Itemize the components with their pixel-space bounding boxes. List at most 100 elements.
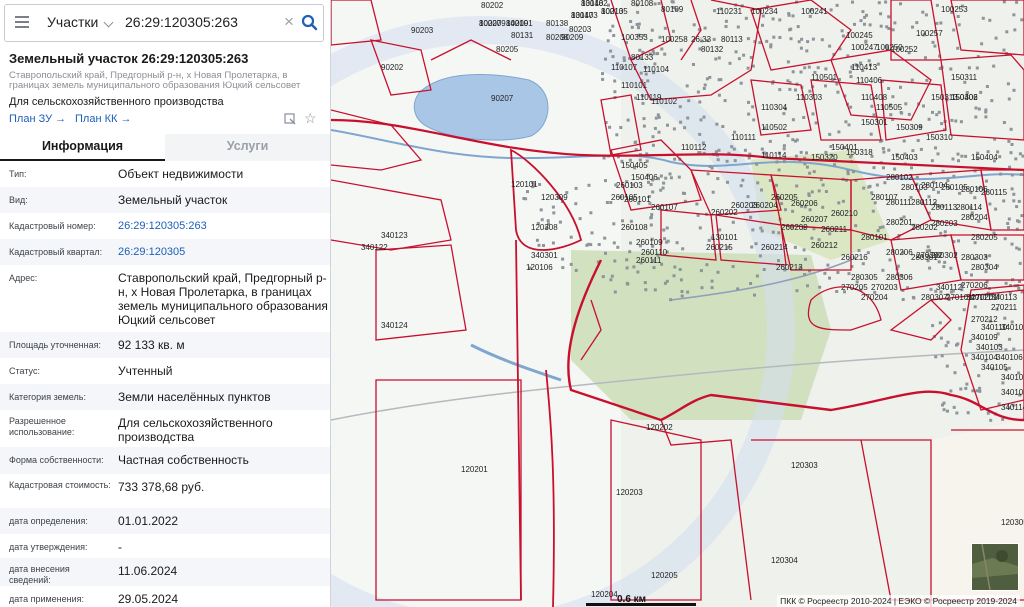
quarter-label: 120202 [646, 423, 673, 432]
plan-kk-link[interactable]: План КК → [75, 113, 131, 125]
building [821, 205, 825, 209]
building [974, 115, 978, 119]
building [891, 95, 895, 99]
building [877, 1, 881, 5]
quarter-label: 110501 [811, 73, 838, 82]
quarter-label: 150402 [951, 93, 978, 102]
quarter-label: 280203 [931, 219, 958, 228]
search-icon [301, 14, 318, 31]
building [780, 202, 784, 206]
building [846, 169, 850, 173]
building [737, 57, 741, 61]
building [795, 138, 799, 142]
tab-services[interactable]: Услуги [165, 134, 330, 161]
building [870, 104, 874, 108]
menu-icon[interactable] [15, 16, 29, 30]
building [669, 176, 673, 180]
quarter-label: 260211 [821, 225, 848, 234]
building [881, 268, 885, 272]
building [805, 151, 808, 155]
chevron-down-icon[interactable] [103, 17, 114, 28]
building [1012, 199, 1016, 203]
building [974, 106, 978, 110]
basemap-switcher[interactable] [971, 543, 1019, 591]
building [775, 183, 778, 187]
building [782, 112, 786, 116]
quarter-label: 110303 [796, 93, 823, 102]
building [940, 354, 944, 358]
building [656, 52, 659, 56]
attribute-value-link[interactable]: 26:29:120305 [118, 245, 328, 259]
attribute-row: Кадастровая стоимость: 733 378,68 руб. [0, 474, 330, 508]
building [835, 82, 839, 86]
building [836, 90, 840, 94]
building [642, 117, 646, 121]
building [1020, 18, 1024, 22]
plan-kk-label: План КК [75, 113, 118, 125]
building [734, 50, 738, 54]
map-canvas[interactable]: 80148 80147 80213 80207 80209 80138 80131 80203… [331, 0, 1024, 607]
attribute-value-link[interactable]: 26:29:120305:263 [118, 219, 328, 233]
building [911, 295, 915, 299]
quarter-label: 100234 [751, 7, 778, 16]
building [949, 389, 953, 393]
print-icon[interactable] [284, 113, 296, 125]
layer-select[interactable]: Участки [47, 14, 98, 30]
building [1009, 127, 1013, 131]
scale-bar: 0.6 км [586, 592, 696, 607]
search-button[interactable] [297, 9, 323, 37]
building [836, 271, 840, 274]
quarter-label: 100258 [661, 35, 688, 44]
quarter-label: 270205 [841, 283, 868, 292]
building [1007, 226, 1010, 230]
close-icon[interactable]: × [284, 12, 294, 32]
quarter-label: 270211 [991, 303, 1018, 312]
attribute-row: дата применения: 29.05.2024 [0, 586, 330, 606]
quarter-label: 120205 [651, 571, 678, 580]
building [965, 382, 969, 386]
building [635, 23, 639, 26]
quarter-label: 80109 [661, 5, 684, 14]
building [551, 241, 555, 245]
building [717, 78, 721, 82]
building [824, 190, 828, 193]
building [998, 155, 1002, 159]
building [946, 409, 949, 413]
building [680, 294, 684, 298]
building [788, 87, 792, 91]
quarter-label: 80113 [721, 35, 743, 44]
search-input[interactable] [125, 14, 280, 30]
building [657, 130, 661, 134]
building [644, 288, 648, 292]
building [919, 147, 923, 151]
quarter-label: 260210 [831, 209, 858, 218]
tab-info[interactable]: Информация [0, 134, 165, 161]
building [893, 21, 897, 25]
building [988, 18, 992, 22]
quarter-label: 280102 [886, 173, 913, 182]
building [610, 274, 614, 278]
building [747, 112, 751, 116]
building [806, 284, 809, 288]
attribute-label: Кадастровый номер: [9, 221, 96, 231]
building [724, 19, 728, 23]
building [811, 37, 815, 41]
building [673, 265, 677, 269]
attribute-label: дата внесения сведений: [9, 564, 70, 585]
building [887, 148, 891, 152]
quarter-label: 340122 [361, 243, 388, 252]
building [889, 113, 893, 117]
star-icon[interactable]: ☆ [304, 111, 317, 125]
cadastral-map[interactable]: 8014880147 8021380207 80209 801388013180203… [331, 0, 1024, 607]
building [849, 105, 853, 109]
building [857, 249, 861, 252]
quarter-label: 110413 [851, 63, 878, 72]
building [956, 342, 960, 346]
plan-zu-link[interactable]: План ЗУ → [9, 113, 66, 125]
building [603, 236, 607, 240]
building [861, 262, 865, 266]
quarter-label: 110114 [761, 151, 787, 160]
map-attribution: ПКК © Росреестр 2010-2024 | ЕЭКО © Росре… [777, 595, 1020, 607]
building [851, 170, 855, 174]
attribute-row: Разрешенное использование: Для сельскохоз… [0, 410, 330, 447]
